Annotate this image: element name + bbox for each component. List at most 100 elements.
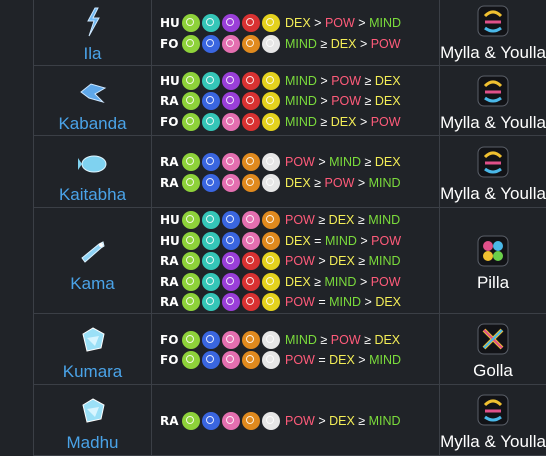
- stat-pow: POW: [330, 332, 361, 347]
- mag-cell-lime-icon: [182, 71, 200, 90]
- mag-cell-lime-icon: [182, 92, 200, 111]
- operator: =: [314, 295, 330, 310]
- stat-mind: MIND: [329, 295, 362, 310]
- operator: >: [316, 94, 332, 109]
- operator: =: [310, 233, 325, 248]
- mag-cell-white-icon: [262, 351, 280, 369]
- madhu-crystal-icon: [77, 395, 109, 427]
- mag-cell-red-icon: [242, 71, 260, 90]
- stat-formula: DEX > POW > MIND: [285, 16, 401, 30]
- mag-cell-white-icon: [262, 173, 280, 192]
- table-row: Kama HU POW ≥ DEX ≥ MIND HU DEX = MIND > POW…: [33, 207, 546, 314]
- photon-blast-name: Mylla & Youlla: [440, 183, 546, 203]
- class-code: FO: [160, 114, 179, 129]
- mag-cell-purple-icon: [222, 71, 240, 90]
- mag-cell-blue-icon: [222, 211, 240, 230]
- effect-line: HU MIND > POW ≥ DEX: [160, 71, 401, 91]
- mag-name[interactable]: Kumara: [34, 362, 151, 382]
- operator: >: [356, 36, 371, 51]
- class-code: HU: [160, 233, 180, 248]
- operator: =: [314, 353, 330, 367]
- mag-cell-red-icon: [242, 272, 260, 291]
- operator: ≥: [316, 332, 331, 347]
- mag-cell-pink-icon: [222, 112, 240, 131]
- mag-cell-orange-icon: [242, 153, 260, 171]
- table-row: Madhu RA POW > DEX ≥ MIND Mylla & Youlla: [33, 384, 546, 456]
- mag-name[interactable]: Ila: [34, 44, 151, 64]
- mag-cell-yellow-icon: [262, 14, 280, 32]
- photon-blast-cell: Pilla: [439, 207, 546, 314]
- mag-cell-lime-icon: [182, 272, 200, 291]
- stat-pow: POW: [285, 413, 315, 428]
- photon-blast-cell: Mylla & Youlla: [439, 135, 546, 208]
- class-code: RA: [160, 413, 179, 428]
- mag-cell-yellow-icon: [262, 293, 280, 312]
- operator: >: [356, 274, 371, 289]
- stat-dex: DEX: [330, 114, 357, 129]
- mag-name[interactable]: Madhu: [34, 433, 151, 453]
- mag-cell-blue-icon: [202, 34, 220, 53]
- mag-cell-orange-icon: [242, 351, 260, 369]
- feeding-effects-cell: HU MIND > POW ≥ DEX RA MIND > POW ≥ DEX FO MI…: [151, 65, 440, 136]
- mag-cell-orange-icon: [242, 173, 260, 192]
- stat-formula: MIND ≥ DEX > POW: [285, 115, 401, 129]
- stat-dex: DEX: [329, 413, 355, 428]
- mag-name[interactable]: Kama: [34, 274, 151, 294]
- effect-line: RA POW = MIND > DEX: [160, 292, 401, 312]
- operator: ≥: [354, 254, 369, 269]
- mag-cell-red-icon: [242, 112, 260, 131]
- mag-cell-lime-icon: [182, 293, 200, 312]
- stat-formula: MIND ≥ DEX > POW: [285, 37, 401, 51]
- mag-cell: Kama: [33, 207, 152, 314]
- mag-cell-yellow-icon: [262, 71, 280, 90]
- mag-cell-pink-icon: [222, 351, 240, 369]
- mag-cell-yellow-icon: [262, 272, 280, 291]
- mag-cell-lime-icon: [182, 14, 200, 32]
- effect-line: FO POW = DEX > MIND: [160, 350, 401, 370]
- stat-mind: MIND: [285, 332, 317, 347]
- stat-formula: MIND ≥ POW ≥ DEX: [285, 333, 400, 347]
- stat-formula: DEX = MIND > POW: [285, 234, 401, 248]
- mag-cell-red-icon: [242, 14, 260, 32]
- operator: >: [314, 254, 330, 269]
- kaitabha-fish-icon: [77, 147, 109, 179]
- photon-blast-name: Mylla & Youlla: [440, 432, 546, 451]
- photon-blast-cell: Mylla & Youlla: [439, 384, 546, 456]
- mag-cell-lime-icon: [182, 112, 200, 131]
- stat-pow: POW: [370, 114, 401, 129]
- photon-blast-cell: Golla: [439, 313, 546, 385]
- operator: >: [354, 16, 370, 30]
- golla-icon: [476, 322, 510, 356]
- mylla-youlla-icon: [476, 4, 510, 38]
- mag-name[interactable]: Kaitabha: [34, 185, 151, 205]
- effect-line: FO MIND ≥ DEX > POW: [160, 112, 401, 132]
- mag-cell-teal-icon: [202, 14, 220, 32]
- operator: >: [354, 353, 370, 367]
- stat-mind: MIND: [285, 114, 317, 129]
- mag-cell-purple-icon: [222, 252, 240, 271]
- kama-bone-icon: [77, 236, 109, 268]
- effect-line: FO MIND ≥ DEX > POW: [160, 34, 401, 54]
- mag-cell-blue-icon: [202, 351, 220, 369]
- class-code: HU: [160, 16, 180, 30]
- mag-cell-lime-icon: [182, 252, 200, 271]
- photon-blast-name: Mylla & Youlla: [440, 112, 546, 132]
- feeding-effects-cell: RA POW > MIND ≥ DEX RA DEX ≥ POW > MIND: [151, 135, 440, 208]
- mag-cell-pink-icon: [222, 411, 240, 430]
- photon-blast-name: Pilla: [476, 272, 510, 292]
- mag-cell-yellow-icon: [262, 112, 280, 131]
- stat-formula: POW > DEX ≥ MIND: [285, 414, 401, 428]
- stat-mind: MIND: [368, 175, 401, 190]
- mag-cell-red-icon: [242, 252, 260, 271]
- operator: >: [316, 73, 332, 88]
- mag-cell-teal-icon: [202, 211, 220, 230]
- class-code: RA: [160, 254, 179, 269]
- photon-blast-cell: Mylla & Youlla: [439, 65, 546, 136]
- effect-line: FO MIND ≥ POW ≥ DEX: [160, 330, 400, 350]
- mag-name[interactable]: Kabanda: [34, 114, 151, 134]
- stat-dex: DEX: [285, 175, 311, 190]
- photon-blast-name: Mylla & Youlla: [440, 42, 546, 62]
- stat-dex: DEX: [285, 274, 311, 289]
- stat-mind: MIND: [368, 213, 401, 228]
- stat-pow: POW: [285, 254, 315, 269]
